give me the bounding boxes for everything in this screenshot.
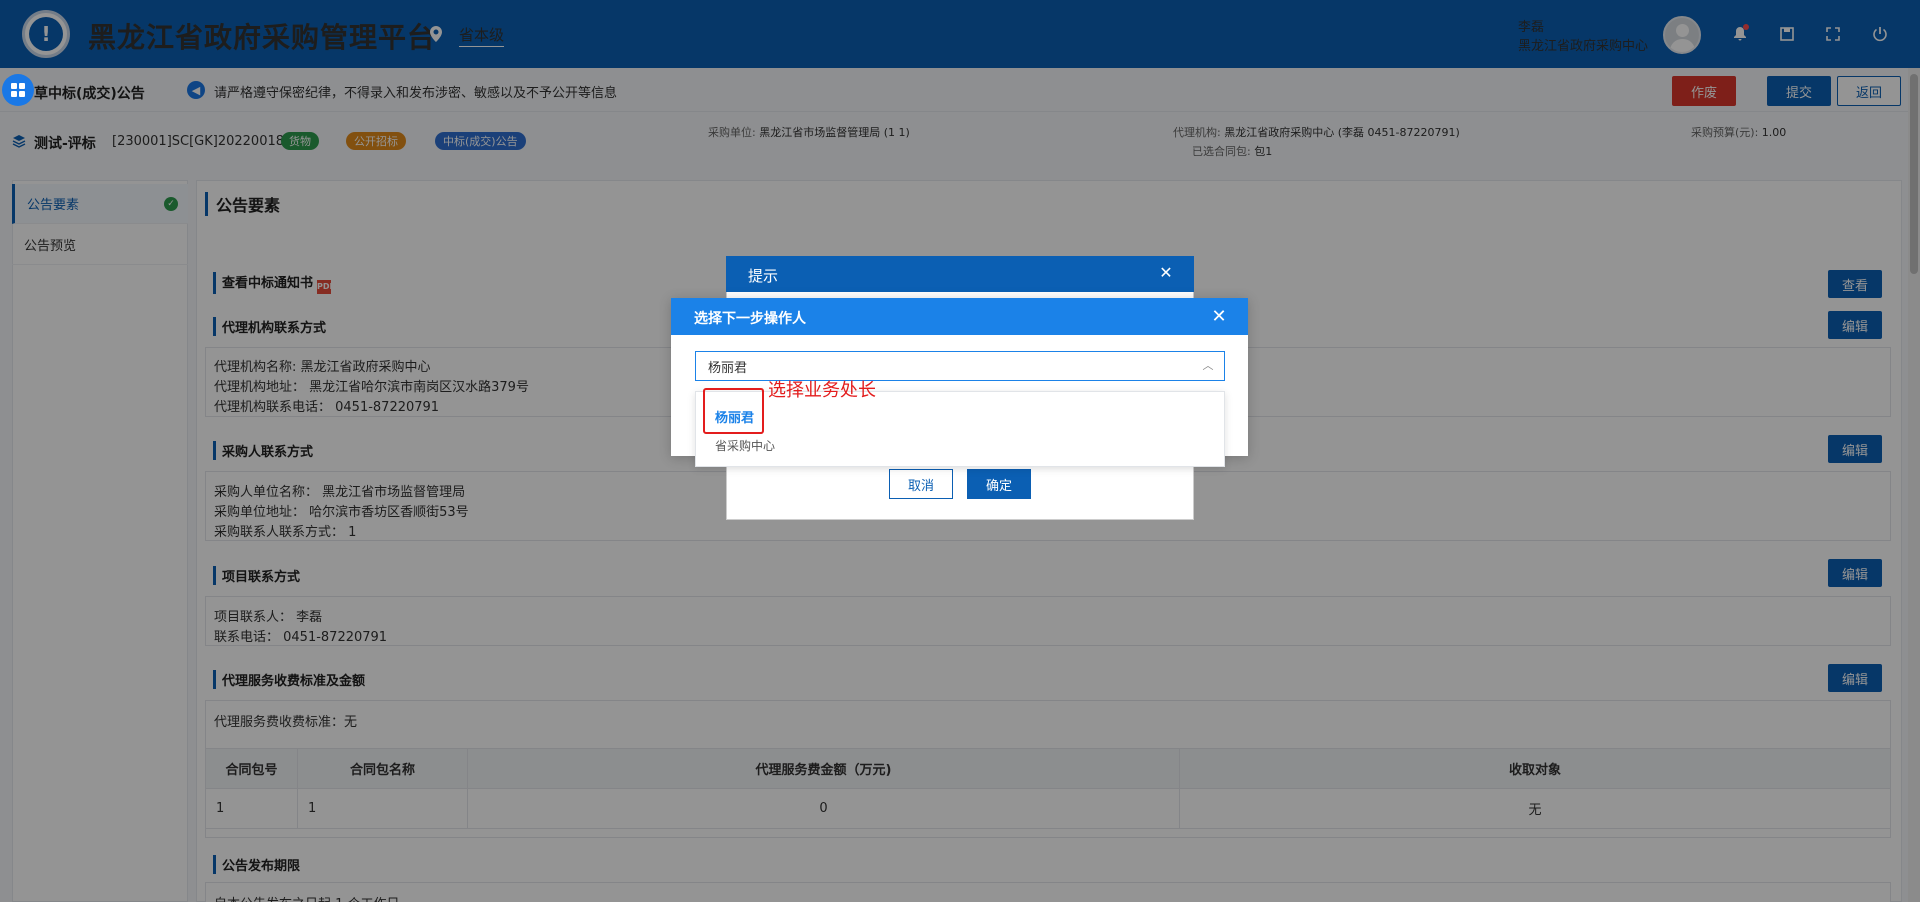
operator-option-org[interactable]: 省采购中心 — [715, 437, 775, 454]
annotation-text: 选择业务处长 — [768, 380, 876, 401]
close-icon[interactable]: ✕ — [1210, 306, 1228, 327]
annotation-highlight-box — [703, 388, 764, 434]
chevron-up-icon[interactable]: ︿ — [1200, 357, 1216, 373]
cancel-button[interactable]: 取消 — [889, 469, 953, 499]
close-icon[interactable]: ✕ — [1158, 263, 1174, 282]
prompt-dialog-title: 提示 — [748, 267, 779, 285]
confirm-button[interactable]: 确定 — [967, 469, 1031, 499]
operator-dropdown — [695, 391, 1225, 467]
prompt-dialog-header — [726, 256, 1194, 292]
app-menu-button[interactable] — [2, 74, 34, 106]
dialog-title: 选择下一步操作人 — [694, 311, 806, 327]
